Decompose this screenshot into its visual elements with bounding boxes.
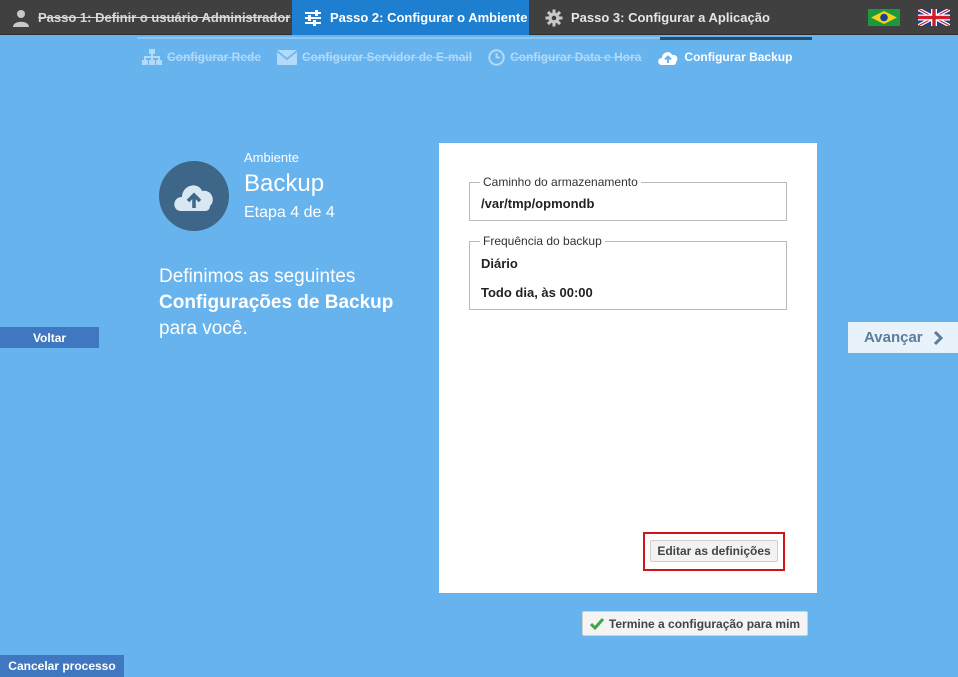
step-counter: Etapa 4 de 4 (244, 204, 335, 221)
next-button-label: Avançar (864, 329, 923, 346)
edit-settings-button[interactable]: Editar as definições (650, 540, 778, 562)
edit-button-highlight: Editar as definições (643, 532, 785, 571)
storage-path-value: /var/tmp/opmondb (481, 196, 595, 211)
subnav-item-data-hora-label: Configurar Data e Hora (510, 50, 642, 64)
step-tab-3-label: Passo 3: Configurar a Aplicação (571, 10, 770, 25)
envelope-icon (277, 49, 298, 65)
backup-frequency-legend: Frequência do backup (480, 234, 605, 248)
subnav-item-email-label: Configurar Servidor de E-mail (302, 50, 473, 64)
brazil-flag-icon[interactable] (868, 9, 900, 26)
subnav-item-data-hora[interactable]: Configurar Data e Hora (488, 48, 642, 66)
step-tab-2-label: Passo 2: Configurar o Ambiente (330, 10, 528, 25)
subnav: Configurar Rede Configurar Servidor de E… (142, 46, 792, 68)
backup-frequency-fieldset: Frequência do backup Diário Todo dia, às… (469, 234, 787, 310)
subnav-active-indicator (660, 37, 812, 40)
subnav-item-backup[interactable]: Configurar Backup (657, 49, 792, 66)
step-tab-1-label: Passo 1: Definir o usuário Administrador (38, 10, 291, 25)
cancel-process-button[interactable]: Cancelar processo (0, 655, 124, 677)
step-tab-3[interactable]: Passo 3: Configurar a Aplicação (545, 0, 770, 35)
step-tab-2[interactable]: Passo 2: Configurar o Ambiente (292, 0, 529, 35)
chevron-right-icon (933, 330, 943, 346)
wizard-step-bar: Passo 1: Definir o usuário Administrador… (0, 0, 958, 35)
backup-frequency-detail: Todo dia, às 00:00 (481, 285, 593, 300)
backup-settings-panel: Caminho do armazenamento /var/tmp/opmond… (439, 143, 817, 593)
page-title: Backup (244, 170, 325, 197)
storage-path-legend: Caminho do armazenamento (480, 175, 641, 189)
next-button[interactable]: Avançar (848, 322, 958, 353)
subnav-item-rede[interactable]: Configurar Rede (142, 48, 262, 66)
backup-cloud-badge (159, 161, 229, 231)
step-tab-1[interactable]: Passo 1: Definir o usuário Administrador (12, 0, 290, 35)
uk-flag-icon[interactable] (918, 9, 950, 26)
intro-line-1: Definimos as seguintes (159, 266, 356, 287)
clock-icon (488, 48, 505, 66)
cloud-upload-icon (174, 185, 213, 211)
intro-text: Definimos as seguintes Configurações de … (159, 264, 429, 342)
cloud-upload-icon (657, 49, 679, 66)
finish-setup-label: Termine a configuração para mim (608, 616, 801, 631)
subnav-progress-line (137, 37, 812, 40)
network-icon (142, 48, 162, 66)
finish-setup-button[interactable]: Termine a configuração para mim (582, 611, 808, 636)
subnav-item-rede-label: Configurar Rede (167, 50, 262, 64)
storage-path-fieldset: Caminho do armazenamento /var/tmp/opmond… (469, 175, 787, 221)
section-category: Ambiente (244, 150, 299, 165)
user-icon (12, 9, 30, 27)
back-button[interactable]: Voltar (0, 327, 99, 348)
subnav-item-backup-label: Configurar Backup (684, 50, 793, 64)
intro-line-3: para você. (159, 318, 248, 339)
sliders-icon (304, 9, 322, 26)
subnav-item-email[interactable]: Configurar Servidor de E-mail (277, 49, 473, 65)
checkmark-icon (589, 617, 604, 630)
backup-frequency-value: Diário (481, 256, 518, 271)
intro-highlight: Configurações de Backup (159, 292, 394, 313)
gear-icon (545, 9, 563, 27)
